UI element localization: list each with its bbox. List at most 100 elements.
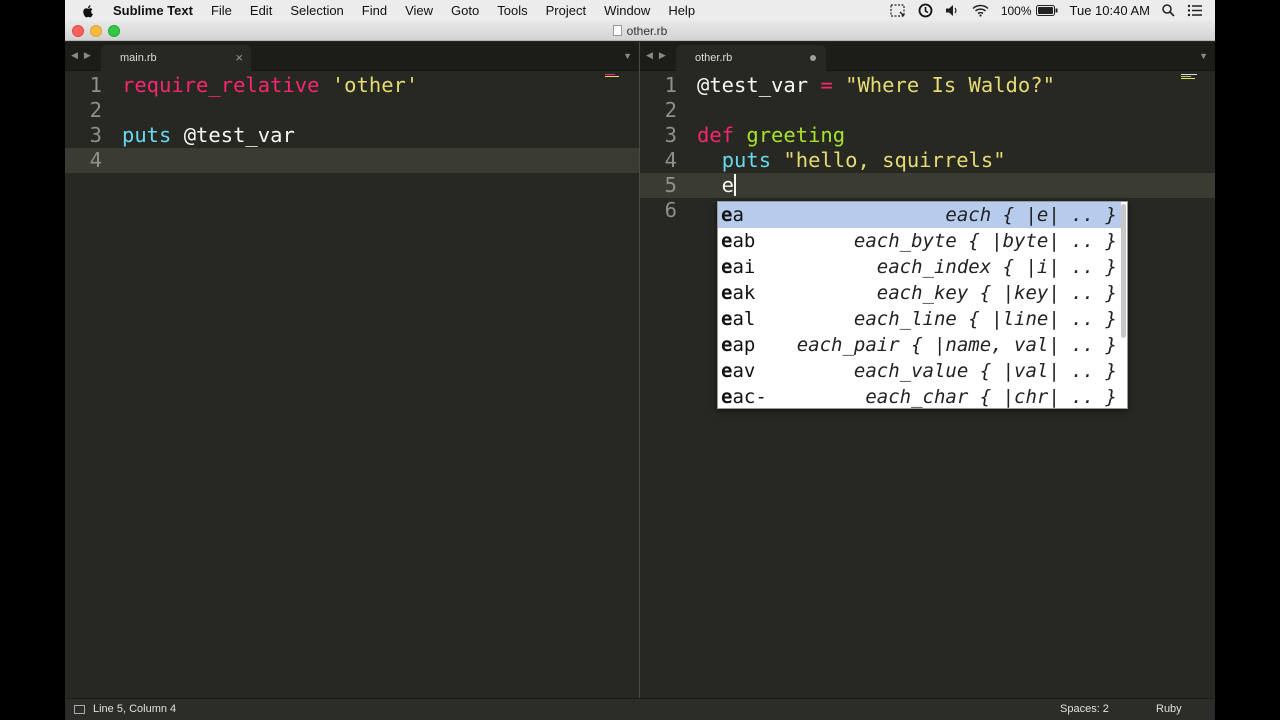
line-number: 2 (89, 98, 102, 122)
autocomplete-trigger: eal (721, 306, 755, 332)
clock[interactable]: Tue 10:40 AM (1070, 3, 1150, 18)
wifi-icon[interactable] (972, 4, 989, 17)
status-area: 100% Tue 10:40 AM (890, 0, 1215, 21)
autocomplete-item[interactable]: eac-each_char { |chr| .. } (718, 384, 1121, 408)
menu-selection[interactable]: Selection (290, 3, 343, 18)
left-code-editor[interactable]: 1 require_relative 'other' 2 3 puts @test_va… (65, 72, 639, 698)
code-line[interactable]: 2 (65, 98, 639, 123)
autocomplete-trigger: eac- (721, 384, 767, 408)
time-machine-icon[interactable] (918, 3, 933, 18)
left-editor-pane: ◀▶ main.rb × ▼ 1 require_relative 'other'… (65, 42, 639, 698)
unsaved-dot-icon[interactable] (810, 55, 816, 61)
code-text: puts @test_var (122, 123, 295, 148)
autocomplete-match: e (721, 308, 733, 330)
autocomplete-trigger: eai (721, 254, 755, 280)
volume-icon[interactable] (945, 4, 960, 17)
line-number: 6 (664, 198, 677, 222)
code-line[interactable]: 4 (65, 148, 639, 173)
code-token: 'other' (331, 73, 419, 97)
menu-edit[interactable]: Edit (250, 3, 272, 18)
status-bar: Line 5, Column 4 Spaces: 2 Ruby (65, 698, 1215, 720)
code-token: "hello, squirrels" (783, 148, 1006, 172)
syntax-selector[interactable]: Ruby (1156, 703, 1182, 715)
tab-other-rb[interactable]: other.rb (676, 45, 826, 71)
autocomplete-rest: ak (732, 282, 756, 304)
autocomplete-rest: al (732, 308, 756, 330)
autocomplete-item[interactable]: eai each_index { |i| .. } (718, 254, 1121, 280)
tab-dropdown-icon[interactable]: ▼ (623, 51, 632, 61)
code-line[interactable]: 1 require_relative 'other' (65, 73, 639, 98)
code-line[interactable]: 3 def greeting (640, 123, 1215, 148)
autocomplete-popup: ea each { |e| .. } eab each_byte { |byte| .… (717, 201, 1128, 409)
code-token: @test_var (697, 73, 821, 97)
tab-nav-arrows-icon[interactable]: ◀▶ (646, 50, 672, 61)
line-number: 3 (89, 123, 102, 147)
code-line[interactable]: 5 e (640, 173, 1215, 198)
apple-icon[interactable] (81, 4, 95, 18)
autocomplete-item[interactable]: eav each_value { |val| .. } (718, 358, 1121, 384)
code-line[interactable]: 1 @test_var = "Where Is Waldo?" (640, 73, 1215, 98)
code-text: def greeting (697, 123, 845, 148)
spotlight-icon[interactable] (1162, 4, 1175, 17)
left-tab-bar: ◀▶ main.rb × ▼ (65, 42, 639, 71)
menu-bar: Sublime Text File Edit Selection Find Vi… (65, 0, 1215, 21)
autocomplete-match: e (721, 204, 733, 226)
indentation-setting[interactable]: Spaces: 2 (1060, 703, 1109, 715)
code-line[interactable]: 3 puts @test_var (65, 123, 639, 148)
autocomplete-trigger: eak (721, 280, 755, 306)
menu-view[interactable]: View (405, 3, 433, 18)
menu-goto[interactable]: Goto (451, 3, 479, 18)
tab-dropdown-icon[interactable]: ▼ (1199, 51, 1208, 61)
code-line[interactable]: 4 puts "hello, squirrels" (640, 148, 1215, 173)
autocomplete-hint: each_line { |line| .. } (853, 308, 1117, 330)
right-tab-bar: ◀▶ other.rb ▼ (640, 42, 1215, 71)
menu-file[interactable]: File (211, 3, 232, 18)
autocomplete-item[interactable]: eal each_line { |line| .. } (718, 306, 1121, 332)
autocomplete-hint: each_index { |i| .. } (876, 256, 1117, 278)
tab-nav-arrows-icon[interactable]: ◀▶ (71, 50, 97, 61)
autocomplete-trigger: eab (721, 228, 755, 254)
autocomplete-hint: each_byte { |byte| .. } (853, 230, 1117, 252)
menu-app-name[interactable]: Sublime Text (113, 3, 193, 18)
window-title: other.rb (65, 24, 1215, 38)
autocomplete-item[interactable]: eap each_pair { |name, val| .. } (718, 332, 1121, 358)
menu-tools[interactable]: Tools (497, 3, 527, 18)
menu-window[interactable]: Window (604, 3, 650, 18)
line-number: 4 (89, 148, 102, 172)
autocomplete-item[interactable]: ea each { |e| .. } (718, 202, 1121, 228)
code-token: def (697, 123, 735, 147)
menu-project[interactable]: Project (546, 3, 586, 18)
tab-main-rb[interactable]: main.rb × (101, 45, 251, 71)
screen-capture-icon[interactable] (890, 3, 906, 18)
autocomplete-rest: av (732, 360, 756, 382)
line-number: 2 (664, 98, 677, 122)
notification-center-icon[interactable] (1187, 4, 1203, 17)
code-line[interactable]: 2 (640, 98, 1215, 123)
autocomplete-hint: each_pair { |name, val| .. } (796, 334, 1117, 356)
document-icon (612, 25, 622, 36)
menu-help[interactable]: Help (668, 3, 695, 18)
code-token: = (820, 73, 833, 97)
code-text: e (697, 173, 737, 198)
battery-icon[interactable] (1035, 5, 1058, 16)
code-token: puts (122, 123, 172, 147)
line-number: 3 (664, 123, 677, 147)
autocomplete-rest: ac- (732, 386, 767, 408)
code-token: @test_var (171, 123, 295, 147)
line-number: 1 (664, 73, 677, 97)
autocomplete-match: e (721, 282, 733, 304)
tab-close-icon[interactable]: × (235, 50, 243, 65)
autocomplete-trigger: ea (721, 202, 744, 228)
cursor-position: Line 5, Column 4 (93, 703, 177, 715)
code-token: e (697, 173, 735, 197)
window-title-text: other.rb (626, 24, 668, 38)
menu-find[interactable]: Find (362, 3, 387, 18)
autocomplete-item[interactable]: eak each_key { |key| .. } (718, 280, 1121, 306)
text-caret (734, 174, 737, 196)
autocomplete-item[interactable]: eab each_byte { |byte| .. } (718, 228, 1121, 254)
panel-toggle-icon[interactable] (74, 705, 85, 714)
autocomplete-scrollbar[interactable] (1121, 204, 1126, 338)
